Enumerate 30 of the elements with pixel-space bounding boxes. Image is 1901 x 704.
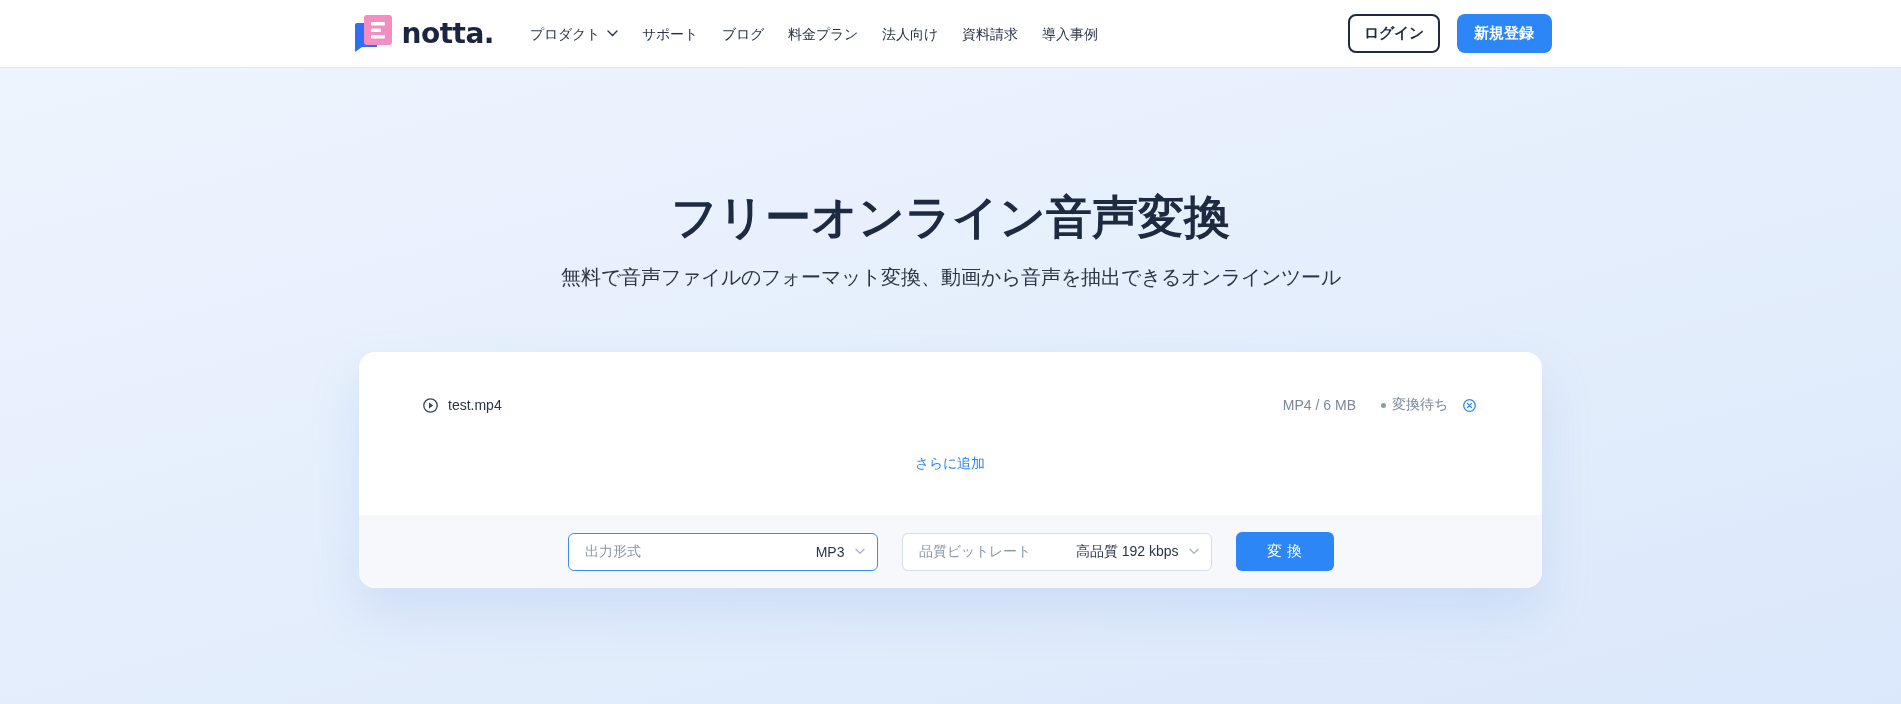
logo-icon[interactable] bbox=[354, 15, 392, 52]
login-button[interactable]: ログイン bbox=[1347, 14, 1440, 53]
field-label: 品質ビットレート bbox=[918, 542, 1031, 561]
nav-link[interactable]: 資料請求 bbox=[962, 23, 1018, 44]
nav-link[interactable]: 法人向け bbox=[882, 23, 938, 44]
field-label: 出力形式 bbox=[584, 542, 641, 561]
play-icon[interactable] bbox=[423, 397, 438, 413]
convert-button[interactable]: 変換 bbox=[1235, 532, 1334, 571]
nav-link[interactable]: プロダクト bbox=[530, 23, 618, 44]
logo-text[interactable]: notta. bbox=[401, 19, 494, 48]
select-field[interactable]: 出力形式 MP3 bbox=[567, 532, 878, 571]
status-dot-icon bbox=[1381, 402, 1386, 408]
select-field[interactable]: 品質ビットレート 高品質 192 kbps bbox=[901, 532, 1212, 571]
signup-button[interactable]: 新規登録 bbox=[1456, 14, 1552, 53]
chevron-down-icon bbox=[1188, 548, 1199, 555]
field-value: MP3 bbox=[815, 543, 845, 560]
file-name: test.mp4 bbox=[448, 397, 502, 413]
file-info: MP4 / 6 MB bbox=[1282, 397, 1356, 413]
nav-link[interactable]: ブログ bbox=[722, 23, 764, 44]
nav-link[interactable]: 導入事例 bbox=[1042, 23, 1098, 44]
nav-link[interactable]: 料金プラン bbox=[788, 23, 858, 44]
nav-link[interactable]: サポート bbox=[642, 23, 698, 44]
close-icon[interactable] bbox=[1463, 398, 1476, 412]
chevron-down-icon bbox=[607, 30, 618, 37]
chevron-down-icon bbox=[854, 548, 865, 555]
page-subtitle: 無料で音声ファイルのフォーマット変換、動画から音声を抽出できるオンラインツール bbox=[560, 265, 1341, 290]
add-more-link[interactable]: さらに追加 bbox=[914, 455, 985, 471]
field-value: 高品質 192 kbps bbox=[1075, 542, 1179, 561]
status-text: 変換待ち bbox=[1392, 396, 1448, 414]
page-title: フリーオンライン音声変換 bbox=[671, 190, 1230, 245]
